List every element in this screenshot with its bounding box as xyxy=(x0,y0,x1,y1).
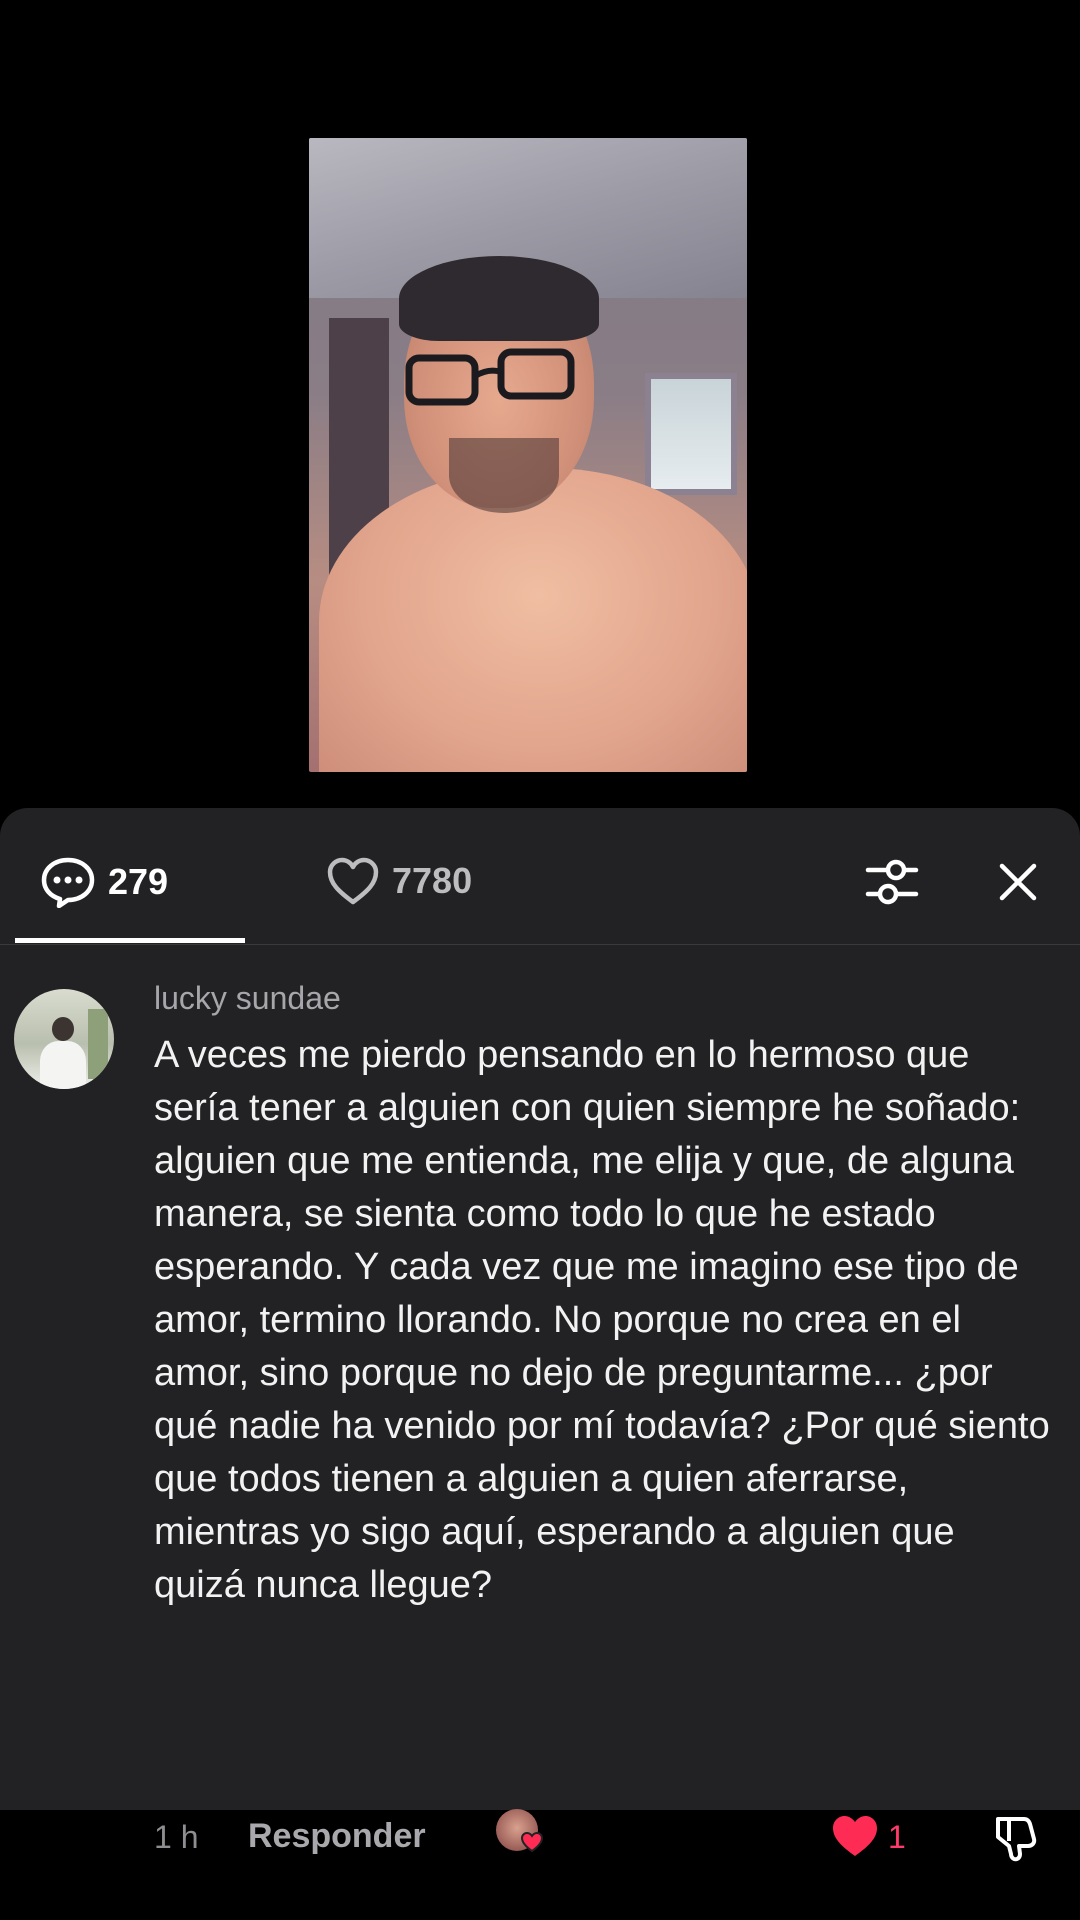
heart-badge-icon xyxy=(520,1831,544,1853)
comments-count: 279 xyxy=(108,861,169,902)
close-icon[interactable] xyxy=(994,858,1042,906)
thumb-down-icon[interactable] xyxy=(990,1813,1040,1863)
video-person-glasses xyxy=(405,348,575,406)
likes-count: 7780 xyxy=(392,860,473,901)
sliders-icon[interactable] xyxy=(862,854,922,910)
video-person-beard xyxy=(449,438,559,513)
video-window xyxy=(645,373,737,495)
video-person-body xyxy=(319,468,747,772)
heart-filled-icon[interactable] xyxy=(830,1813,880,1859)
creator-liked-badge xyxy=(496,1807,546,1857)
tab-likes[interactable]: 7780 xyxy=(326,856,472,906)
comment-like-count: 1 xyxy=(888,1819,906,1855)
avatar[interactable] xyxy=(14,989,114,1089)
avatar-person-body xyxy=(40,1041,86,1089)
speech-bubble-dots-icon xyxy=(41,857,95,908)
comment-time: 1 h xyxy=(154,1819,199,1855)
avatar-person-head xyxy=(52,1017,74,1041)
video-preview[interactable] xyxy=(309,138,747,772)
comment-text: A veces me pierdo pensando en lo hermoso… xyxy=(154,1034,1050,1606)
comment-username[interactable]: lucky sundae xyxy=(154,980,341,1017)
reply-button[interactable]: Responder xyxy=(248,1817,426,1856)
sheet-tabs: 279 7780 xyxy=(0,808,1080,945)
avatar-background xyxy=(88,1009,108,1079)
tabs-divider xyxy=(0,944,1080,945)
heart-outline-icon xyxy=(327,857,379,905)
screen: 279 7780 lucky sundae A veces me pierdo … xyxy=(0,0,1080,1920)
comments-sheet: 279 7780 lucky sundae A veces me pierdo … xyxy=(0,808,1080,1862)
tab-comments[interactable]: 279 xyxy=(40,856,168,908)
active-tab-indicator xyxy=(15,938,245,943)
comment-meta: 1 h Responder 1 xyxy=(154,1807,1054,1867)
video-person-hair xyxy=(399,256,599,341)
